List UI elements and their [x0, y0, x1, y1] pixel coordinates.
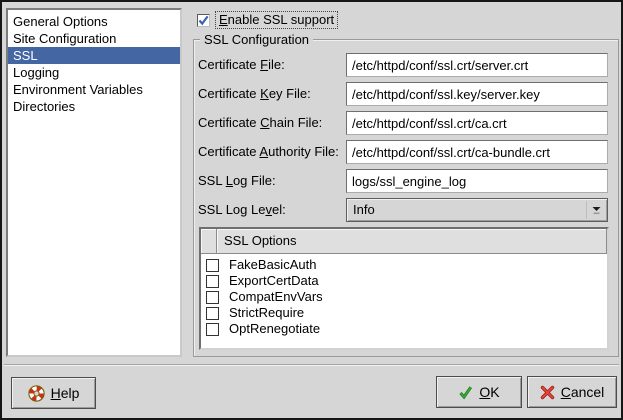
ssl-log-file-input[interactable]: [346, 169, 608, 193]
certificate-chain-file-input[interactable]: [346, 111, 608, 135]
ssl-option-row-exportcertdata[interactable]: ExportCertData: [201, 273, 607, 289]
sidebar-item-site-configuration[interactable]: Site Configuration: [8, 30, 180, 47]
sidebar-item-general-options[interactable]: General Options: [8, 13, 180, 30]
certificate-key-file-input[interactable]: [346, 82, 608, 106]
cancel-label: Cancel: [561, 384, 605, 400]
checkbox[interactable]: [206, 291, 219, 304]
ssl-option-row-compatenvvars[interactable]: CompatEnvVars: [201, 289, 607, 305]
ssl-option-row-fakebasicauth[interactable]: FakeBasicAuth: [201, 257, 607, 273]
ok-label: OK: [479, 384, 499, 400]
sidebar-item-ssl[interactable]: SSL: [8, 47, 180, 64]
frame-title: SSL Configuration: [200, 32, 313, 47]
ssl-option-row-optrenegotiate[interactable]: OptRenegotiate: [201, 321, 607, 337]
certificate-authority-file-label: Certificate Authority File:: [198, 140, 339, 164]
checkbox[interactable]: [206, 275, 219, 288]
bottom-separator: [4, 364, 619, 366]
enable-ssl-checkbox[interactable]: Enable SSL support: [197, 11, 338, 29]
cancel-button[interactable]: Cancel: [527, 376, 617, 408]
lifebuoy-icon: [28, 385, 45, 402]
category-list: General Options Site Configuration SSL L…: [6, 8, 182, 357]
option-label: FakeBasicAuth: [229, 257, 316, 273]
certificate-file-input[interactable]: [346, 53, 608, 77]
help-button[interactable]: Help: [11, 377, 96, 409]
certificate-key-file-label: Certificate Key File:: [198, 82, 311, 106]
table-body: FakeBasicAuth ExportCertData CompatEnvVa…: [201, 254, 607, 337]
help-label: Help: [51, 385, 80, 401]
sidebar-item-logging[interactable]: Logging: [8, 64, 180, 81]
httpd-config-dialog: General Options Site Configuration SSL L…: [0, 0, 623, 420]
option-label: StrictRequire: [229, 305, 304, 321]
sidebar-item-directories[interactable]: Directories: [8, 98, 180, 115]
table-header-check-column[interactable]: [201, 229, 217, 254]
checkbox-box[interactable]: [197, 14, 210, 27]
ssl-log-level-label: SSL Log Level:: [198, 198, 286, 222]
checkbox[interactable]: [206, 323, 219, 336]
ssl-option-row-strictrequire[interactable]: StrictRequire: [201, 305, 607, 321]
option-label: ExportCertData: [229, 273, 319, 289]
ssl-log-level-dropdown[interactable]: Info: [346, 198, 608, 222]
ssl-log-level-value: Info: [353, 202, 375, 217]
table-header-row: SSL Options: [201, 229, 607, 254]
certificate-chain-file-label: Certificate Chain File:: [198, 111, 322, 135]
ssl-configuration-frame: SSL Configuration Certificate File: Cert…: [193, 39, 619, 357]
checkbox[interactable]: [206, 307, 219, 320]
option-label: CompatEnvVars: [229, 289, 323, 305]
option-label: OptRenegotiate: [229, 321, 320, 337]
checkbox[interactable]: [206, 259, 219, 272]
ok-check-icon: [458, 385, 473, 400]
table-header-ssl-options[interactable]: SSL Options: [217, 229, 607, 254]
enable-ssl-label: Enable SSL support: [215, 11, 338, 29]
check-icon: [198, 15, 209, 26]
dropdown-arrow-icon: [586, 201, 605, 219]
certificate-file-label: Certificate File:: [198, 53, 285, 77]
sidebar-item-environment-variables[interactable]: Environment Variables: [8, 81, 180, 98]
certificate-authority-file-input[interactable]: [346, 140, 608, 164]
ssl-options-table: SSL Options FakeBasicAuth ExportCertData…: [199, 227, 609, 350]
ssl-log-file-label: SSL Log File:: [198, 169, 276, 193]
cancel-x-icon: [540, 385, 555, 400]
ok-button[interactable]: OK: [436, 376, 522, 408]
